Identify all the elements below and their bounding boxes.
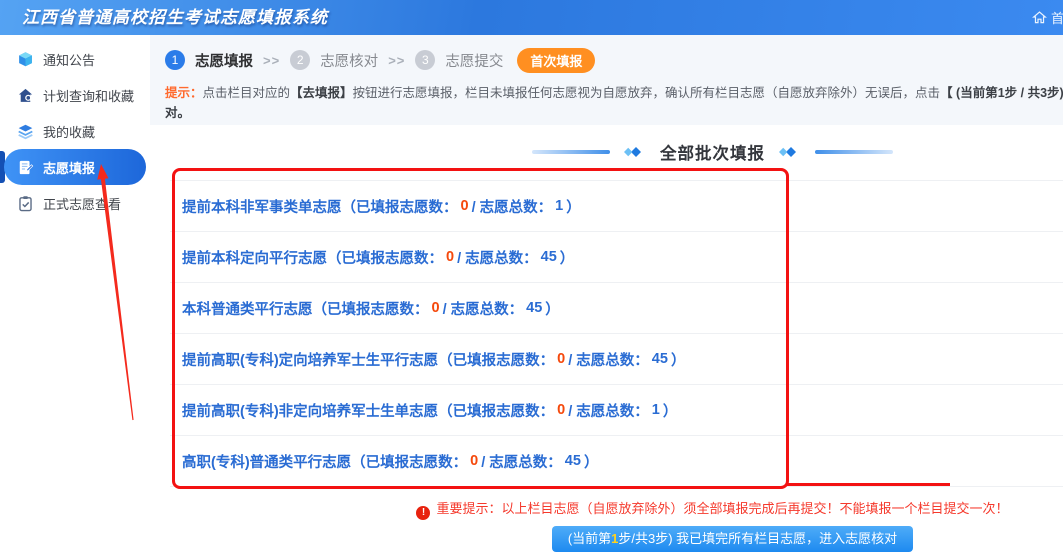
clipboard-check-icon <box>17 195 34 212</box>
cube-icon <box>17 51 34 68</box>
batch-list: 提前本科非军事类单志愿（已填报志愿数：0 / 志愿总数：1） 提前本科定向平行志… <box>170 180 1063 487</box>
batch-filled-count: 0 <box>443 249 457 265</box>
batch-row-advance-vocational-directed-military[interactable]: 提前高职(专科)定向培养军士生平行志愿（已填报志愿数：0 / 志愿总数：45） <box>170 334 1063 385</box>
batch-label: ） <box>663 400 678 421</box>
tip-segment: 点击栏目对应的 <box>203 86 291 100</box>
section-title: 全部批次填报 <box>660 140 765 164</box>
home-icon <box>1032 10 1047 25</box>
batch-row-advance-undergrad-directed[interactable]: 提前本科定向平行志愿（已填报志愿数：0 / 志愿总数：45） <box>170 232 1063 283</box>
alert-icon: ! <box>416 506 430 520</box>
batch-label: / 志愿总数： <box>443 298 524 319</box>
app-header: 江西省普通高校招生考试志愿填报系统 首页 <box>0 0 1063 35</box>
button-text: 步/共3步) 我已填完所有栏目志愿，进入志愿核对 <box>618 531 897 546</box>
double-diamond-icon <box>622 145 648 159</box>
button-text: (当前第 <box>568 531 611 546</box>
batch-name: 提前本科定向平行志愿 <box>182 247 327 268</box>
batch-filled-count: 0 <box>429 300 443 316</box>
home-link[interactable]: 首页 <box>1032 0 1063 35</box>
batch-name: 提前高职(专科)非定向培养军士生单志愿 <box>182 400 438 421</box>
first-fill-badge: 首次填报 <box>517 48 595 73</box>
step-1-label: 志愿填报 <box>195 50 253 71</box>
ornament-line-right <box>815 150 893 154</box>
home-search-icon <box>17 87 34 104</box>
sidebar-item-volunteer-fill[interactable]: 志愿填报 <box>4 149 146 185</box>
finish-fill-next-step-button[interactable]: (当前第1步/共3步) 我已填完所有栏目志愿，进入志愿核对 <box>552 526 913 552</box>
ornament-line-left <box>532 150 610 154</box>
sidebar-item-label: 我的收藏 <box>43 122 95 141</box>
layers-icon <box>17 123 34 140</box>
step-2-label: 志愿核对 <box>320 50 378 71</box>
sidebar-item-my-favorites[interactable]: 我的收藏 <box>4 113 146 149</box>
step-separator: >> <box>263 53 280 68</box>
sidebar-item-notices[interactable]: 通知公告 <box>4 41 146 77</box>
batch-total-count: 45 <box>649 351 671 367</box>
batch-label: ） <box>584 451 599 472</box>
batch-label: / 志愿总数： <box>568 349 649 370</box>
batch-label: （已填报志愿数： <box>313 298 429 319</box>
warning-text: 重要提示：以上栏目志愿（自愿放弃除外）须全部填报完成后再提交！不能填报一个栏目提… <box>436 501 1008 516</box>
batch-label: （已填报志愿数： <box>327 247 443 268</box>
batch-label: ） <box>560 247 575 268</box>
batch-total-count: 45 <box>538 249 560 265</box>
batch-name: 高职(专科)普通类平行志愿 <box>182 451 351 472</box>
step-1-circle: 1 <box>165 50 185 70</box>
sidebar-item-label: 正式志愿查看 <box>43 194 121 213</box>
batch-filled-count: 0 <box>458 198 472 214</box>
tip-text: 提示：点击栏目对应的【去填报】按钮进行志愿填报，栏目未填报任何志愿视为自愿放弃，… <box>165 83 1063 123</box>
sidebar-item-label: 通知公告 <box>43 50 95 69</box>
batch-row-advance-undergrad-nonmilitary[interactable]: 提前本科非军事类单志愿（已填报志愿数：0 / 志愿总数：1） <box>170 181 1063 232</box>
edit-doc-icon <box>17 159 34 176</box>
batch-total-count: 1 <box>552 198 566 214</box>
section-header: 全部批次填报 <box>150 138 1063 166</box>
sidebar-item-formal-view[interactable]: 正式志愿查看 <box>4 185 146 221</box>
batch-total-count: 1 <box>649 402 663 418</box>
app-title: 江西省普通高校招生考试志愿填报系统 <box>22 0 328 35</box>
batch-label: / 志愿总数： <box>457 247 538 268</box>
batch-row-undergrad-general[interactable]: 本科普通类平行志愿（已填报志愿数：0 / 志愿总数：45） <box>170 283 1063 334</box>
tip-segment-bold: 【去填报】 <box>290 86 353 100</box>
sidebar-item-label: 志愿填报 <box>43 158 95 177</box>
batch-name: 提前高职(专科)定向培养军士生平行志愿 <box>182 349 438 370</box>
app-window: 江西省普通高校招生考试志愿填报系统 首页 通知公告 计划查询和收藏 <box>0 0 1063 552</box>
tip-segment-bold: 【 (当前第1步 / 共3步) 我已填完所有栏目志愿，进 <box>940 86 1063 100</box>
sidebar-item-plan-query[interactable]: 计划查询和收藏 <box>4 77 146 113</box>
batch-label: （已填报志愿数： <box>351 451 467 472</box>
step-separator: >> <box>388 53 405 68</box>
batch-label: ） <box>545 298 560 319</box>
step-2-circle: 2 <box>290 50 310 70</box>
batch-filled-count: 0 <box>467 453 481 469</box>
sidebar-item-label: 计划查询和收藏 <box>43 86 134 105</box>
batch-row-advance-vocational-nondirected-military[interactable]: 提前高职(专科)非定向培养军士生单志愿（已填报志愿数：0 / 志愿总数：1） <box>170 385 1063 436</box>
important-warning: ! 重要提示：以上栏目志愿（自愿放弃除外）须全部填报完成后再提交！不能填报一个栏目… <box>150 498 1063 520</box>
double-diamond-icon <box>777 145 803 159</box>
step-3-label: 志愿提交 <box>445 50 503 71</box>
sidebar: 通知公告 计划查询和收藏 我的收藏 志愿填报 <box>0 35 150 552</box>
batch-label: / 志愿总数： <box>481 451 562 472</box>
batch-label: （已填报志愿数： <box>438 349 554 370</box>
home-label: 首页 <box>1051 8 1063 27</box>
batch-filled-count: 0 <box>554 351 568 367</box>
batch-label: / 志愿总数： <box>568 400 649 421</box>
batch-row-vocational-general[interactable]: 高职(专科)普通类平行志愿（已填报志愿数：0 / 志愿总数：45） <box>170 436 1063 487</box>
batch-label: （已填报志愿数： <box>342 196 458 217</box>
batch-name: 提前本科非军事类单志愿 <box>182 196 342 217</box>
tip-label: 提示： <box>165 86 203 100</box>
batch-label: （已填报志愿数： <box>438 400 554 421</box>
batch-name: 本科普通类平行志愿 <box>182 298 313 319</box>
batch-total-count: 45 <box>562 453 584 469</box>
tip-line2: 对。 <box>165 106 190 120</box>
step-indicator: 1 志愿填报 >> 2 志愿核对 >> 3 志愿提交 首次填报 <box>165 48 595 72</box>
main-content: 1 志愿填报 >> 2 志愿核对 >> 3 志愿提交 首次填报 提示：点击栏目对… <box>150 35 1063 552</box>
batch-filled-count: 0 <box>554 402 568 418</box>
batch-total-count: 45 <box>523 300 545 316</box>
batch-label: ） <box>566 196 581 217</box>
batch-label: ） <box>671 349 686 370</box>
tip-segment: 按钮进行志愿填报，栏目未填报任何志愿视为自愿放弃，确认所有栏目志愿（自愿放弃除外… <box>353 86 941 100</box>
batch-label: / 志愿总数： <box>472 196 553 217</box>
step-3-circle: 3 <box>415 50 435 70</box>
